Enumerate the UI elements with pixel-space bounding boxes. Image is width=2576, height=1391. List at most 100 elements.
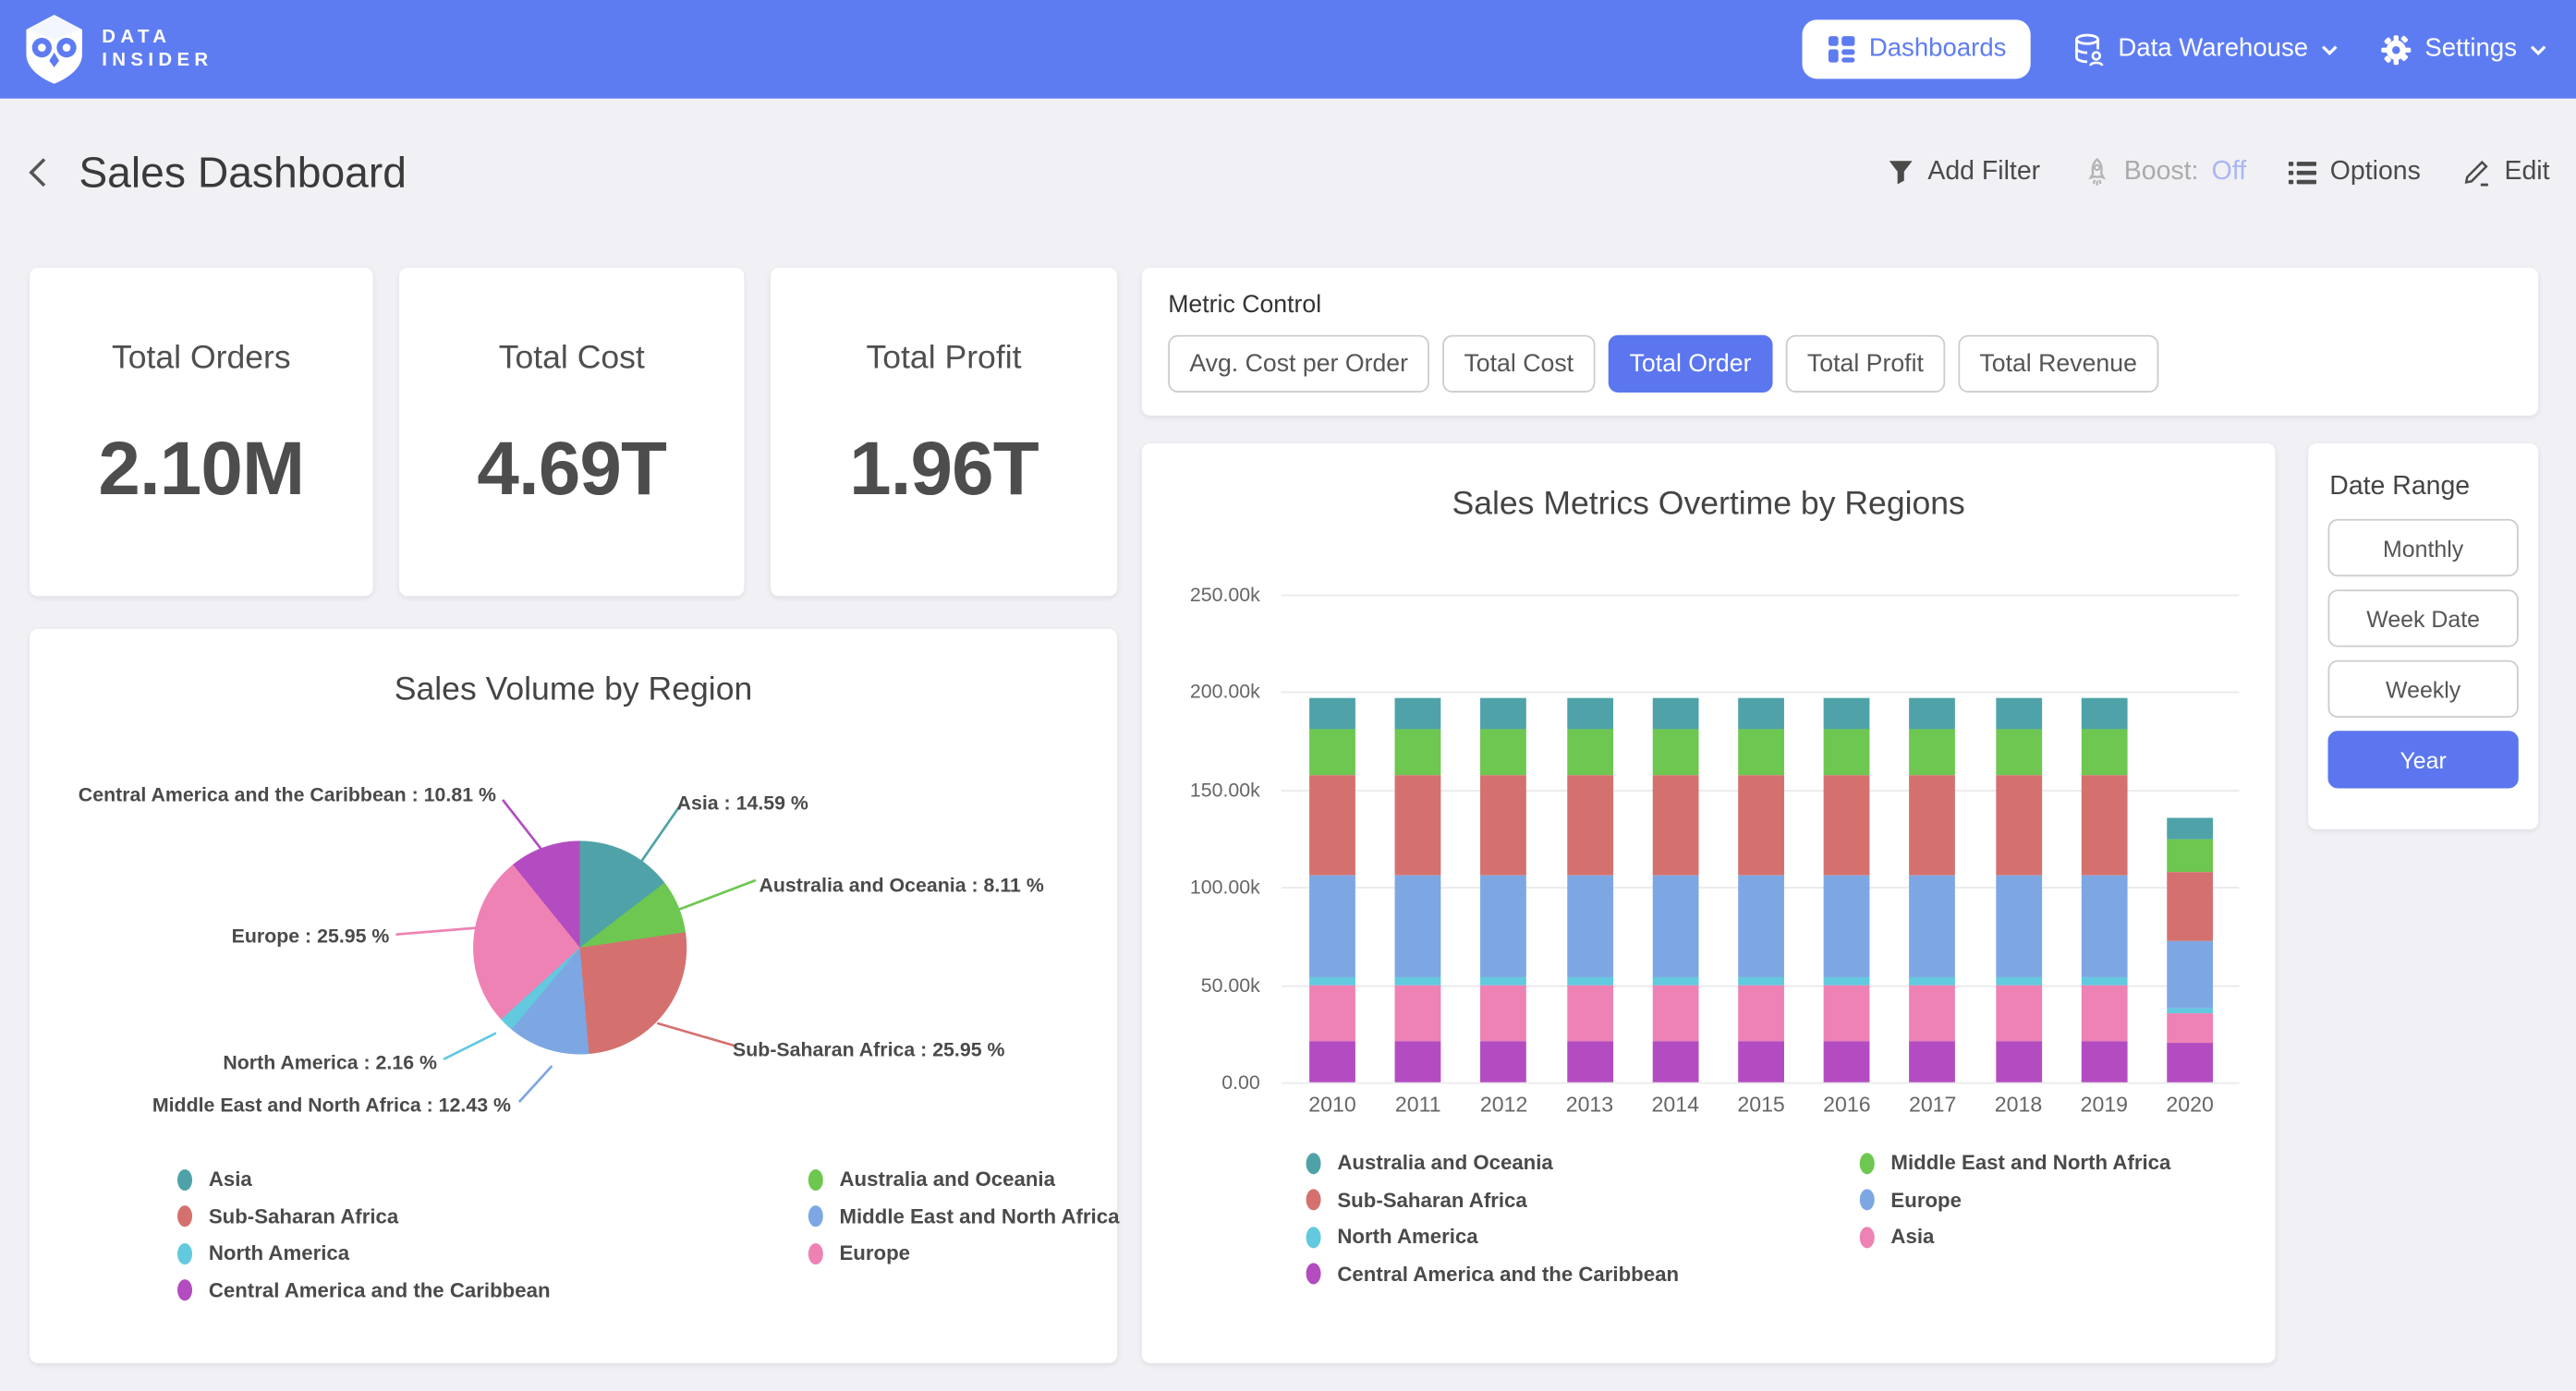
nav-data-warehouse[interactable]: Data Warehouse <box>2073 32 2338 67</box>
nav-dashboards-button[interactable]: Dashboards <box>1802 19 2031 79</box>
x-axis-tick-label: 2016 <box>1798 1092 1897 1117</box>
legend-item[interactable]: Australia and Oceania <box>808 1167 1120 1191</box>
stacked-bar-2011[interactable] <box>1395 698 1441 1083</box>
date-range-weekly-button[interactable]: Weekly <box>2328 660 2519 718</box>
legend-dot <box>1860 1226 1875 1247</box>
stacked-bar-2016[interactable] <box>1824 698 1870 1083</box>
bar-segment <box>1824 977 1870 985</box>
date-range-week-date-button[interactable]: Week Date <box>2328 589 2519 647</box>
stacked-bar-2015[interactable] <box>1738 698 1784 1083</box>
legend-item[interactable]: Australia and Oceania <box>1306 1151 1680 1174</box>
stacked-bar-2010[interactable] <box>1309 698 1355 1083</box>
date-range-year-button[interactable]: Year <box>2328 731 2519 788</box>
legend-item[interactable]: Europe <box>1860 1188 2171 1211</box>
stacked-bar-2019[interactable] <box>2081 698 2127 1083</box>
bar-segment <box>1481 1041 1527 1082</box>
legend-item[interactable]: Central America and the Caribbean <box>1306 1262 1680 1285</box>
x-axis-tick-label: 2015 <box>1712 1092 1811 1117</box>
metric-button-total-order[interactable]: Total Order <box>1608 335 1772 393</box>
kpi-card-total-cost: Total Cost 4.69T <box>399 268 744 597</box>
legend-label: Middle East and North Africa <box>839 1204 1119 1228</box>
filter-funnel-icon <box>1889 159 1914 185</box>
metric-button-avg-cost-per-order[interactable]: Avg. Cost per Order <box>1168 335 1429 393</box>
edit-button[interactable]: Edit <box>2463 158 2549 187</box>
legend-item[interactable]: Asia <box>1860 1225 2171 1248</box>
stacked-bar-2012[interactable] <box>1481 698 1527 1083</box>
boost-toggle[interactable]: Boost: Off <box>2083 158 2246 187</box>
stacked-bar-2020[interactable] <box>2167 818 2213 1083</box>
legend-dot <box>177 1205 192 1227</box>
bar-segment <box>1309 776 1355 876</box>
bar-segment <box>1824 729 1870 776</box>
bar-segment <box>1738 1041 1784 1082</box>
legend-dot <box>808 1205 823 1227</box>
data-warehouse-icon <box>2073 32 2105 67</box>
legend-item[interactable]: Middle East and North Africa <box>808 1204 1120 1228</box>
pie-chart[interactable] <box>473 841 687 1054</box>
bar-segment <box>1481 729 1527 776</box>
metric-button-total-revenue[interactable]: Total Revenue <box>1958 335 2158 393</box>
kpi-value: 2.10M <box>30 424 373 513</box>
legend-item[interactable]: Sub-Saharan Africa <box>177 1204 551 1228</box>
bar-segment <box>1395 729 1441 776</box>
stacked-bar-2014[interactable] <box>1652 698 1698 1083</box>
bar-segment <box>1395 1041 1441 1082</box>
bar-segment <box>1481 977 1527 985</box>
bar-segment <box>1481 876 1527 977</box>
brand-line1: DATA <box>102 26 213 49</box>
bar-segment <box>1910 977 1956 985</box>
legend-dot <box>1306 1263 1321 1284</box>
bar-segment <box>2081 985 2127 1041</box>
bar-segment <box>2167 840 2213 873</box>
stacked-bar-2013[interactable] <box>1567 698 1613 1083</box>
nav-right: Dashboards Data Warehouse <box>1802 19 2576 79</box>
nav-settings[interactable]: Settings <box>2380 33 2546 65</box>
legend-dot <box>177 1168 192 1190</box>
bar-segment <box>1910 1041 1956 1082</box>
kpi-value: 4.69T <box>399 424 744 513</box>
stacked-bar-2017[interactable] <box>1910 698 1956 1083</box>
y-axis-tick-label: 250.00k <box>1142 583 1260 606</box>
rocket-icon <box>2083 158 2110 187</box>
legend-dot <box>1306 1189 1321 1210</box>
legend-item[interactable]: Central America and the Caribbean <box>177 1278 551 1301</box>
bar-segment <box>1567 876 1613 977</box>
legend-label: Central America and the Caribbean <box>1337 1262 1679 1285</box>
y-axis-tick-label: 150.00k <box>1142 778 1260 801</box>
nav-dashboards-label: Dashboards <box>1869 34 2007 64</box>
legend-item[interactable]: North America <box>177 1241 551 1264</box>
legend-item[interactable]: North America <box>1306 1225 1680 1248</box>
date-range-card: Date Range Monthly Week Date Weekly Year <box>2308 443 2538 829</box>
add-filter-button[interactable]: Add Filter <box>1889 158 2040 187</box>
bar-segment <box>1481 776 1527 876</box>
legend-item[interactable]: Middle East and North Africa <box>1860 1151 2171 1174</box>
kpi-card-total-profit: Total Profit 1.96T <box>771 268 1117 597</box>
legend-item[interactable]: Asia <box>177 1167 551 1191</box>
bar-segment <box>2167 941 2213 1010</box>
pie-chart-card: Sales Volume by Region Asia : 14.59 % Au… <box>30 629 1117 1363</box>
bar-segment <box>1309 1041 1355 1082</box>
stacked-bar-2018[interactable] <box>1996 698 2042 1083</box>
bar-segment <box>1652 698 1698 730</box>
metric-button-total-profit[interactable]: Total Profit <box>1786 335 1945 393</box>
metric-button-total-cost[interactable]: Total Cost <box>1442 335 1595 393</box>
x-axis-tick-label: 2010 <box>1283 1092 1382 1117</box>
back-chevron-icon[interactable] <box>26 156 49 189</box>
legend-item[interactable]: Sub-Saharan Africa <box>1306 1188 1680 1211</box>
bar-segment <box>1652 729 1698 776</box>
options-label: Options <box>2330 158 2421 187</box>
legend-label: Asia <box>1890 1225 1934 1248</box>
pie-callout-asia: Asia : 14.59 % <box>677 792 808 815</box>
gridline <box>1282 1083 2240 1084</box>
options-button[interactable]: Options <box>2289 158 2420 187</box>
bar-segment <box>1567 776 1613 876</box>
metric-control-label: Metric Control <box>1168 291 1321 319</box>
pie-callout-australia-oceania: Australia and Oceania : 8.11 % <box>759 874 1043 897</box>
kpi-label: Total Orders <box>30 340 373 378</box>
chevron-down-icon <box>2530 43 2546 54</box>
legend-dot <box>1306 1152 1321 1173</box>
pie-chart-title: Sales Volume by Region <box>30 629 1117 709</box>
legend-dot <box>1860 1189 1875 1210</box>
date-range-monthly-button[interactable]: Monthly <box>2328 519 2519 576</box>
legend-item[interactable]: Europe <box>808 1241 1120 1264</box>
